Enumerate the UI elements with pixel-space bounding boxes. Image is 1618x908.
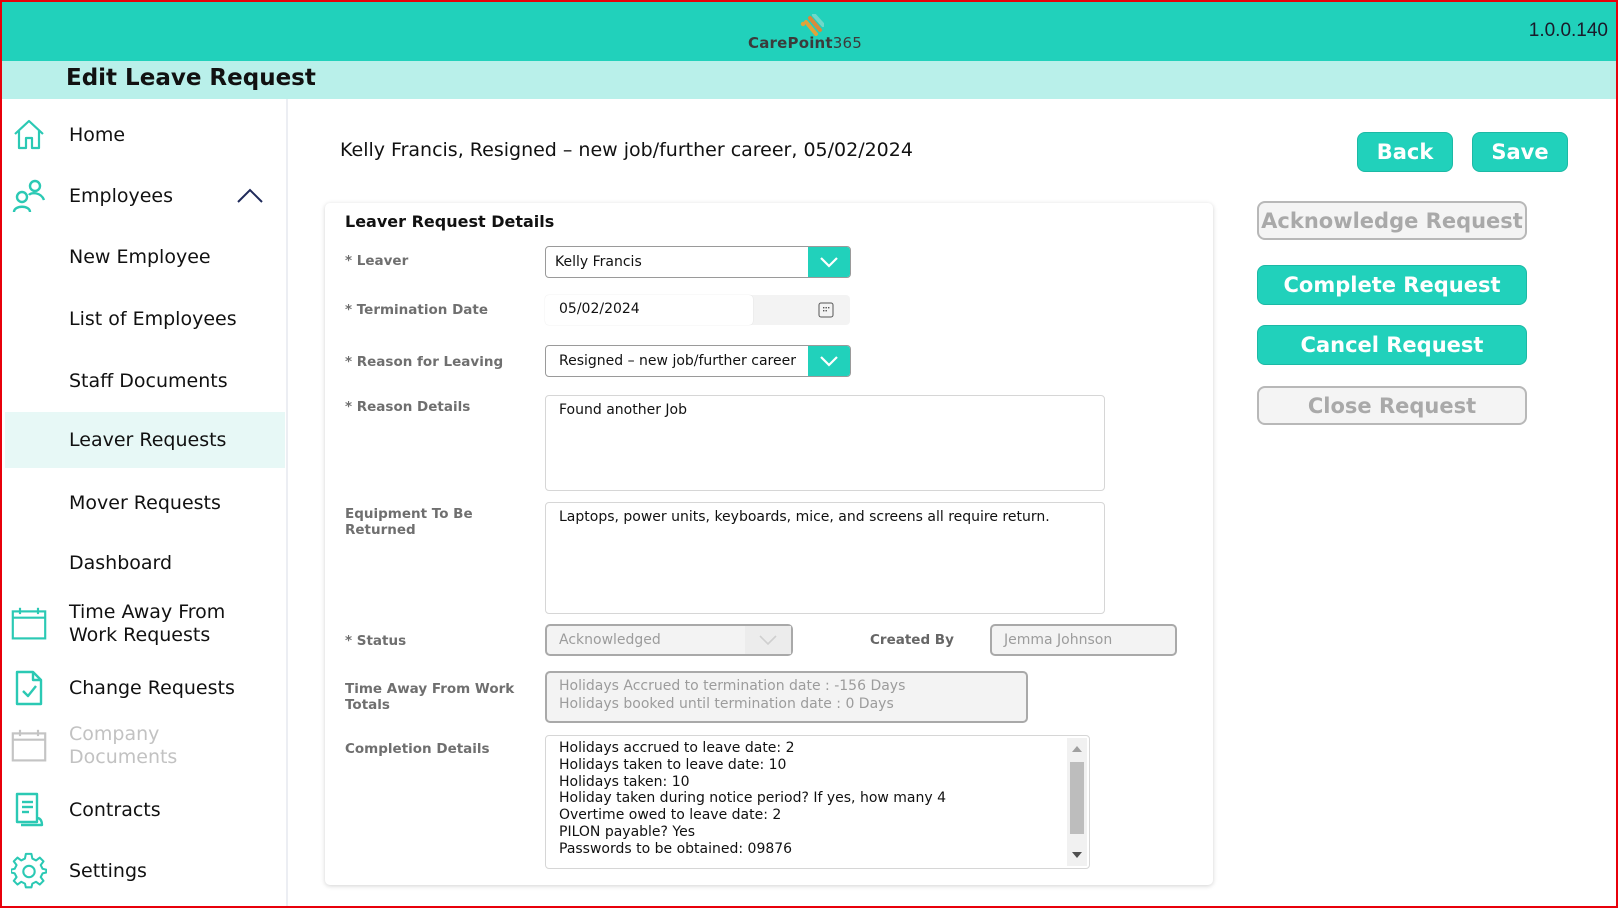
termination-date-input[interactable]: 05/02/2024: [545, 295, 753, 325]
status-label: * Status: [345, 633, 407, 649]
chevron-down-icon: [745, 626, 791, 654]
users-icon: [11, 178, 47, 214]
sidebar-item-label: Employees: [69, 184, 173, 207]
sidebar-item-settings[interactable]: Settings: [5, 849, 285, 893]
leaver-dropdown[interactable]: Kelly Francis: [545, 246, 851, 278]
equipment-label: Equipment To Be Returned: [345, 506, 473, 538]
calendar-icon[interactable]: [818, 302, 834, 318]
leaver-request-details-card: Leaver Request Details * Leaver Kelly Fr…: [325, 203, 1213, 885]
sidebar-item-contracts[interactable]: Contracts: [5, 788, 285, 832]
complete-request-button[interactable]: Complete Request: [1257, 265, 1527, 305]
reason-details-label: * Reason Details: [345, 399, 471, 415]
status-value: Acknowledged: [559, 632, 661, 648]
app-version: 1.0.0.140: [1528, 20, 1608, 41]
sidebar-item-home[interactable]: Home: [5, 113, 285, 157]
sidebar-item-label: List of Employees: [69, 307, 237, 330]
sidebar-item-label: Staff Documents: [69, 369, 228, 392]
request-heading: Kelly Francis, Resigned – new job/furthe…: [340, 139, 913, 161]
calendar-icon: [11, 606, 47, 642]
completion-details-textarea[interactable]: Holidays accrued to leave date: 2 Holida…: [545, 735, 1090, 869]
sidebar-item-label: Company Documents: [69, 723, 178, 768]
reason-for-leaving-label: * Reason for Leaving: [345, 354, 504, 370]
sidebar-item-label: Time Away From Work Requests: [69, 601, 226, 646]
acknowledge-request-button[interactable]: Acknowledge Request: [1257, 201, 1527, 240]
sidebar-item-label: Contracts: [69, 798, 161, 821]
section-title: Leaver Request Details: [345, 212, 555, 231]
contract-icon: [11, 792, 47, 828]
page-header: Edit Leave Request: [0, 61, 1618, 99]
sidebar-item-mover-requests[interactable]: Mover Requests: [5, 481, 285, 525]
sidebar-item-list-of-employees[interactable]: List of Employees: [5, 297, 285, 341]
app-logo: CarePoint365: [748, 14, 868, 54]
termination-date-label: * Termination Date: [345, 302, 488, 318]
close-request-button[interactable]: Close Request: [1257, 386, 1527, 425]
sidebar-item-staff-documents[interactable]: Staff Documents: [5, 359, 285, 403]
brand-name: CarePoint365: [748, 34, 863, 52]
completion-line: PILON payable? Yes: [559, 823, 696, 840]
scroll-thumb[interactable]: [1070, 762, 1084, 834]
chevron-up-icon[interactable]: [237, 188, 263, 204]
home-icon: [11, 117, 47, 153]
sidebar-item-dashboard[interactable]: Dashboard: [5, 541, 285, 585]
completion-line: Passwords to be obtained: 09876: [559, 840, 793, 857]
completion-scrollbar[interactable]: [1067, 738, 1087, 866]
sidebar-item-new-employee[interactable]: New Employee: [5, 235, 285, 279]
time-away-totals-label: Time Away From Work Totals: [345, 681, 515, 713]
page-title: Edit Leave Request: [66, 65, 316, 91]
sidebar-item-label: Settings: [69, 859, 147, 882]
sidebar-item-label: Dashboard: [69, 551, 173, 574]
completion-details-label: Completion Details: [345, 741, 490, 757]
equipment-textarea[interactable]: Laptops, power units, keyboards, mice, a…: [545, 502, 1105, 614]
cancel-request-button[interactable]: Cancel Request: [1257, 325, 1527, 365]
completion-line: Holidays taken: 10: [559, 773, 690, 790]
calendar-icon: [11, 728, 47, 764]
time-away-totals-field: Holidays Accrued to termination date : -…: [545, 671, 1028, 723]
sidebar-item-label: Home: [69, 123, 126, 146]
scroll-down-arrow-icon[interactable]: [1072, 852, 1082, 858]
termination-date-picker[interactable]: 05/02/2024: [545, 295, 850, 325]
completion-line: Holidays accrued to leave date: 2: [559, 740, 795, 756]
completion-line: Overtime owed to leave date: 2: [559, 807, 782, 824]
sidebar-item-leaver-requests[interactable]: Leaver Requests: [5, 412, 285, 468]
gear-icon: [11, 852, 47, 889]
sidebar: Home Employees New Employee List of Empl…: [0, 99, 288, 908]
reason-details-textarea[interactable]: Found another Job: [545, 395, 1105, 491]
completion-line: Holiday taken during notice period? If y…: [559, 790, 947, 807]
leaver-value: Kelly Francis: [555, 254, 642, 270]
termination-date-value: 05/02/2024: [559, 301, 640, 317]
sidebar-item-label: Mover Requests: [69, 491, 221, 514]
sidebar-item-employees[interactable]: Employees: [5, 174, 285, 218]
sidebar-item-label: Leaver Requests: [69, 428, 227, 451]
logo-mark-icon: [800, 14, 824, 36]
chevron-down-icon[interactable]: [808, 247, 850, 277]
back-button[interactable]: Back: [1357, 132, 1453, 172]
reason-for-leaving-value: Resigned – new job/further career: [559, 353, 796, 369]
reason-for-leaving-dropdown[interactable]: Resigned – new job/further career: [545, 345, 851, 377]
sidebar-item-company-documents: Company Documents: [5, 716, 285, 776]
chevron-down-icon[interactable]: [808, 346, 850, 376]
sidebar-item-label: Change Requests: [69, 676, 235, 699]
leaver-label: * Leaver: [345, 253, 409, 269]
sidebar-item-change-requests[interactable]: Change Requests: [5, 666, 285, 710]
save-button[interactable]: Save: [1472, 132, 1568, 172]
scroll-up-arrow-icon[interactable]: [1072, 746, 1082, 752]
status-dropdown[interactable]: Acknowledged: [545, 624, 793, 656]
time-away-totals-line: Holidays booked until termination date :…: [559, 696, 894, 712]
time-away-totals-line: Holidays Accrued to termination date : -…: [559, 678, 906, 694]
created-by-field: Jemma Johnson: [990, 624, 1177, 656]
top-bar: CarePoint365 1.0.0.140: [0, 0, 1618, 61]
created-by-value: Jemma Johnson: [1004, 632, 1113, 648]
completion-line: Holidays taken to leave date: 10: [559, 756, 787, 773]
sidebar-item-time-away-from-work-requests[interactable]: Time Away From Work Requests: [5, 594, 285, 654]
document-check-icon: [11, 670, 47, 706]
created-by-label: Created By: [870, 632, 954, 648]
sidebar-item-label: New Employee: [69, 245, 211, 268]
